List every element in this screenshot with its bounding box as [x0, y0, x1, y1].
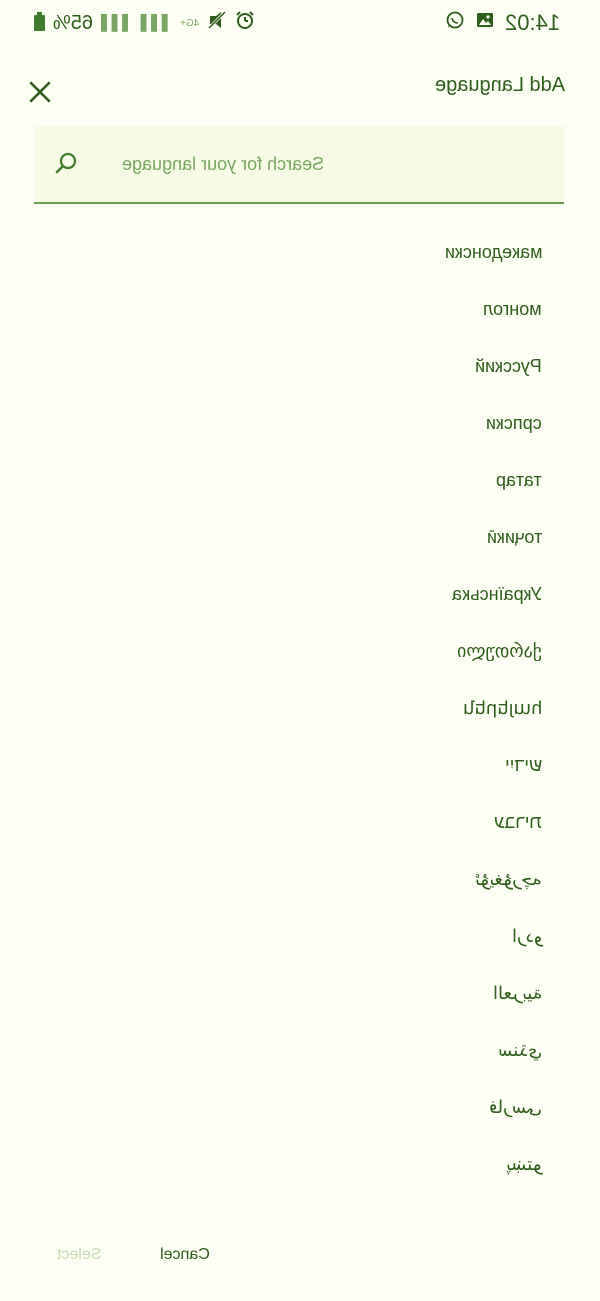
language-item[interactable]: тоҷикӣ — [0, 509, 600, 566]
dialog-footer: Select Cancel — [0, 1236, 600, 1276]
language-item[interactable]: ئۇيغۇرچە — [0, 851, 600, 908]
signal-icon: ▌▌▌ — [101, 14, 134, 32]
language-item[interactable]: سنڌي — [0, 1022, 600, 1079]
language-item[interactable]: српски — [0, 395, 600, 452]
language-item[interactable]: עברית — [0, 794, 600, 851]
language-label: پښتو — [506, 1154, 542, 1174]
alarm-icon — [235, 10, 255, 36]
language-label: тоҷикӣ — [486, 527, 542, 547]
language-item[interactable]: اردو — [0, 908, 600, 965]
mute-icon — [207, 10, 227, 36]
language-label: монгол — [483, 299, 542, 319]
language-label: հայերեն — [462, 698, 542, 718]
language-item[interactable]: հայերեն — [0, 680, 600, 737]
language-label: српски — [486, 413, 542, 433]
language-item[interactable]: ქართული — [0, 623, 600, 680]
dialog-title: Add Language — [434, 74, 565, 96]
status-bar: 65% ▌▌▌ ▌▌▌ 4G+ 14:02 — [0, 0, 600, 46]
cancel-button[interactable]: Cancel — [160, 1246, 210, 1264]
language-item[interactable]: Українська — [0, 566, 600, 623]
language-label: עברית — [494, 812, 542, 832]
language-list: македонски монгол Русский српски татар т… — [0, 224, 600, 1193]
signal-icon-2: ▌▌▌ — [140, 14, 174, 32]
language-label: ئۇيغۇرچە — [475, 869, 542, 889]
language-item[interactable]: монгол — [0, 281, 600, 338]
language-label: татар — [496, 470, 542, 490]
language-label: ייִדיש — [504, 755, 542, 775]
select-button[interactable]: Select — [57, 1246, 101, 1264]
dialog-header: Add Language — [0, 62, 600, 122]
search-icon[interactable] — [54, 150, 80, 176]
search-input[interactable] — [120, 148, 544, 180]
whatsapp-icon — [445, 10, 465, 36]
close-icon — [29, 81, 51, 103]
search-box — [34, 126, 564, 204]
language-item[interactable]: Русский — [0, 338, 600, 395]
language-item[interactable]: العربية — [0, 965, 600, 1022]
language-item[interactable]: فارسی — [0, 1079, 600, 1136]
status-icons-left: 65% ▌▌▌ ▌▌▌ 4G+ — [34, 10, 255, 36]
language-label: العربية — [492, 983, 542, 1003]
clock-time: 14:02 — [504, 10, 560, 35]
language-label: македонски — [444, 242, 542, 262]
close-button[interactable] — [22, 74, 58, 110]
language-item[interactable]: македонски — [0, 224, 600, 281]
battery-icon — [34, 12, 45, 31]
language-label: ქართული — [457, 641, 542, 661]
language-label: Русский — [475, 356, 542, 376]
language-label: فارسی — [489, 1097, 542, 1117]
battery-percent: 65% — [53, 11, 94, 34]
language-label: اردو — [511, 926, 542, 946]
language-label: سنڌي — [497, 1040, 542, 1060]
language-label: Українська — [451, 584, 542, 604]
language-item[interactable]: پښتو — [0, 1136, 600, 1193]
image-icon — [475, 10, 495, 36]
status-icons-right: 14:02 — [445, 10, 560, 36]
language-item[interactable]: татар — [0, 452, 600, 509]
network-type: 4G+ — [180, 17, 200, 29]
language-item[interactable]: ייִדיש — [0, 737, 600, 794]
